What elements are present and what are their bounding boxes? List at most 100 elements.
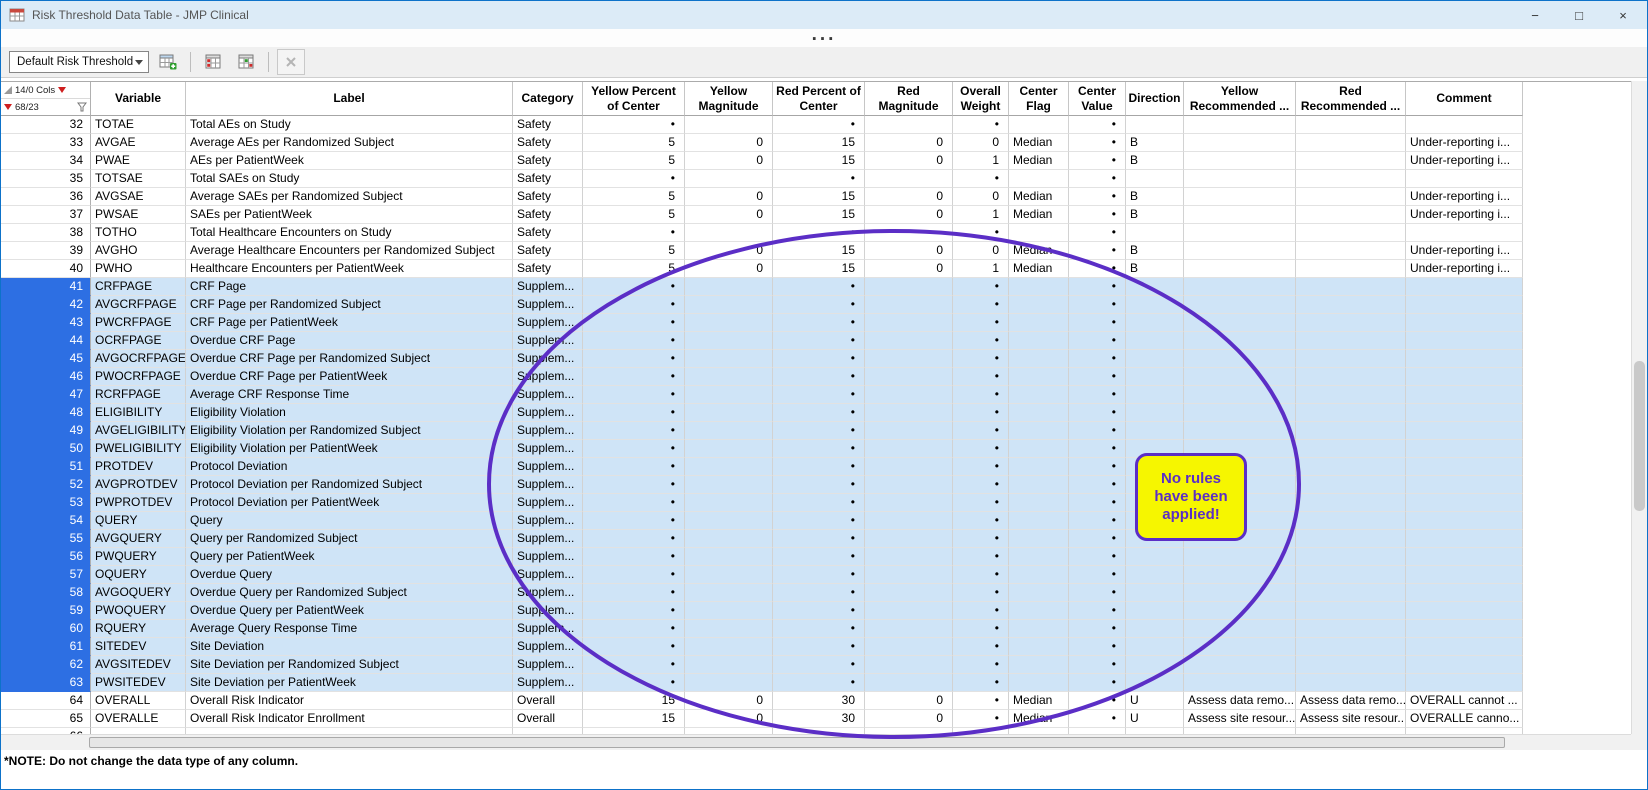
cell-rr[interactable] <box>1296 368 1406 386</box>
cell-cv[interactable]: • <box>1069 512 1126 530</box>
cell-rm[interactable] <box>865 386 953 404</box>
cell-label[interactable]: Average CRF Response Time <box>186 386 513 404</box>
cell-ow[interactable]: • <box>953 584 1009 602</box>
cell-variable[interactable]: PROTDEV <box>91 458 186 476</box>
cell-ow[interactable]: • <box>953 350 1009 368</box>
cell-yp[interactable]: • <box>583 350 685 368</box>
cell-label[interactable]: Query per PatientWeek <box>186 548 513 566</box>
cell-cf[interactable] <box>1009 170 1069 188</box>
cell-rm[interactable] <box>865 638 953 656</box>
cell-comment[interactable] <box>1406 332 1523 350</box>
cell-ym[interactable] <box>685 494 773 512</box>
cell-dir[interactable] <box>1126 638 1184 656</box>
cell-rm[interactable] <box>865 602 953 620</box>
cell-yp[interactable]: • <box>583 332 685 350</box>
cell-yp[interactable]: 5 <box>583 152 685 170</box>
cell-ow[interactable]: • <box>953 404 1009 422</box>
cell-rr[interactable] <box>1296 188 1406 206</box>
cell-category[interactable]: Supplem... <box>513 638 583 656</box>
cell-comment[interactable] <box>1406 494 1523 512</box>
cell-label[interactable]: Overall Risk Indicator Enrollment <box>186 710 513 728</box>
cell-rr[interactable] <box>1296 116 1406 134</box>
cell-cf[interactable] <box>1009 368 1069 386</box>
cell-rr[interactable] <box>1296 548 1406 566</box>
cell-cf[interactable] <box>1009 530 1069 548</box>
cell-variable[interactable]: AVGQUERY <box>91 530 186 548</box>
cell-rr[interactable] <box>1296 566 1406 584</box>
cell-category[interactable]: Supplem... <box>513 332 583 350</box>
cell-ow[interactable]: 1 <box>953 152 1009 170</box>
table-row[interactable]: 34PWAEAEs per PatientWeekSafety501501Med… <box>1 152 1633 170</box>
cell-ym[interactable] <box>685 314 773 332</box>
cell-cv[interactable]: • <box>1069 224 1126 242</box>
cell-variable[interactable]: PWAE <box>91 152 186 170</box>
cell-yr[interactable] <box>1184 494 1296 512</box>
table-row[interactable]: 33AVGAEAverage AEs per Randomized Subjec… <box>1 134 1633 152</box>
data-filter-icon[interactable] <box>77 102 87 112</box>
cell-dir[interactable] <box>1126 170 1184 188</box>
cell-comment[interactable] <box>1406 584 1523 602</box>
cell-yp[interactable]: 15 <box>583 710 685 728</box>
toolbar-overflow-indicator[interactable]: ... <box>812 30 837 40</box>
table-row[interactable]: 65OVERALLEOverall Risk Indicator Enrollm… <box>1 710 1633 728</box>
cell-cv[interactable]: • <box>1069 422 1126 440</box>
cell-cf[interactable]: Median <box>1009 152 1069 170</box>
cell-dir[interactable] <box>1126 458 1184 476</box>
cell-rm[interactable]: 0 <box>865 242 953 260</box>
table-row[interactable]: 57OQUERYOverdue QuerySupplem...•••• <box>1 566 1633 584</box>
cell-category[interactable]: Overall <box>513 710 583 728</box>
cell-category[interactable]: Supplem... <box>513 296 583 314</box>
cell-cv[interactable]: • <box>1069 170 1126 188</box>
cell-yr[interactable] <box>1184 224 1296 242</box>
cell-yp[interactable]: • <box>583 386 685 404</box>
cell-label[interactable]: Overdue CRF Page per Randomized Subject <box>186 350 513 368</box>
table-row[interactable]: 35TOTSAETotal SAEs on StudySafety•••• <box>1 170 1633 188</box>
table-row[interactable]: 62AVGSITEDEVSite Deviation per Randomize… <box>1 656 1633 674</box>
horizontal-scrollbar[interactable] <box>1 734 1633 750</box>
cell-comment[interactable] <box>1406 386 1523 404</box>
rows-red-triangle-icon[interactable] <box>4 104 12 110</box>
cell-dir[interactable]: B <box>1126 134 1184 152</box>
table-row[interactable]: 38TOTHOTotal Healthcare Encounters on St… <box>1 224 1633 242</box>
cell-rm[interactable] <box>865 440 953 458</box>
cell-variable[interactable]: PWQUERY <box>91 548 186 566</box>
row-number[interactable]: 46 <box>1 368 91 386</box>
row-number[interactable]: 34 <box>1 152 91 170</box>
cell-variable[interactable]: AVGHO <box>91 242 186 260</box>
cell-ym[interactable] <box>685 386 773 404</box>
cell-rm[interactable] <box>865 278 953 296</box>
cell-label[interactable]: Average Healthcare Encounters per Random… <box>186 242 513 260</box>
column-header-variable[interactable]: Variable <box>91 82 186 116</box>
cell-rm[interactable] <box>865 458 953 476</box>
cell-rp[interactable]: • <box>773 512 865 530</box>
cell-category[interactable]: Safety <box>513 188 583 206</box>
cell-variable[interactable]: RQUERY <box>91 620 186 638</box>
cell-cf[interactable]: Median <box>1009 260 1069 278</box>
cell-cf[interactable] <box>1009 224 1069 242</box>
cell-ow[interactable]: • <box>953 476 1009 494</box>
table-row[interactable]: 32TOTAETotal AEs on StudySafety•••• <box>1 116 1633 134</box>
cell-cv[interactable]: • <box>1069 458 1126 476</box>
close-button[interactable]: × <box>1601 1 1645 29</box>
cell-cv[interactable]: • <box>1069 656 1126 674</box>
cell-category[interactable]: Supplem... <box>513 512 583 530</box>
cell-yp[interactable]: • <box>583 404 685 422</box>
cell-dir[interactable] <box>1126 566 1184 584</box>
cell-category[interactable]: Supplem... <box>513 674 583 692</box>
cell-variable[interactable]: AVGPROTDEV <box>91 476 186 494</box>
cell-cf[interactable] <box>1009 584 1069 602</box>
cell-rp[interactable]: 15 <box>773 260 865 278</box>
cell-cv[interactable]: • <box>1069 476 1126 494</box>
cell-label[interactable]: Overdue Query per PatientWeek <box>186 602 513 620</box>
cell-yr[interactable] <box>1184 566 1296 584</box>
cell-ym[interactable]: 0 <box>685 188 773 206</box>
apply-thresholds-button[interactable] <box>232 49 260 75</box>
cell-dir[interactable] <box>1126 116 1184 134</box>
cell-ym[interactable] <box>685 674 773 692</box>
cell-yp[interactable]: • <box>583 116 685 134</box>
cell-dir[interactable] <box>1126 296 1184 314</box>
cell-label[interactable]: Overdue Query <box>186 566 513 584</box>
cell-dir[interactable]: U <box>1126 710 1184 728</box>
cell-yr[interactable] <box>1184 296 1296 314</box>
cell-ow[interactable]: • <box>953 116 1009 134</box>
